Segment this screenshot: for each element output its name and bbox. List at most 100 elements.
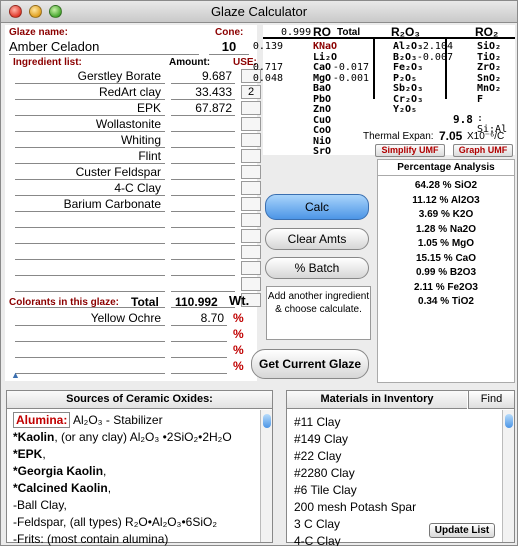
percentage-line: 3.69 % K2O [418, 209, 474, 220]
sources-scrollbar[interactable] [260, 410, 272, 542]
source-material-detail: -Feldspar, (all types) R₂O•Al₂O₃•6SiO₂ [13, 515, 217, 529]
ro-oxide-oxide: PbO [313, 93, 332, 105]
ingredient-amount-field[interactable] [171, 165, 235, 180]
ingredient-amount-field[interactable] [171, 133, 235, 148]
source-material-detail: , (or any clay) Al₂O₃ •2SiO₂•2H₂O [54, 430, 232, 444]
r2o3-oxide-oxide: P₂O₅ [393, 72, 418, 84]
oxide-header-line: Alumina: Al₂O₃ - Stabilizer [13, 412, 261, 429]
ingredient-use-field[interactable]: 2 [241, 85, 261, 99]
ingredient-name-field[interactable] [15, 229, 165, 244]
inventory-item[interactable]: #22 Clay [294, 448, 416, 465]
ingredient-amount-field[interactable] [171, 277, 235, 292]
inventory-list[interactable]: #11 Clay #149 Clay #22 Clay #2280 Clay #6 Ti… [294, 414, 416, 546]
ingredient-use-field[interactable] [241, 181, 261, 195]
inventory-scrollbar[interactable] [502, 410, 514, 542]
inventory-item[interactable]: 3 C Clay [294, 516, 416, 533]
simplify-umf-button[interactable]: Simplify UMF [375, 144, 445, 157]
get-current-glaze-button[interactable]: Get Current Glaze [251, 349, 369, 379]
ingredient-name-field[interactable]: Gerstley Borate [15, 69, 165, 84]
ingredient-amount-field[interactable] [171, 261, 235, 276]
calc-button[interactable]: Calc [265, 194, 369, 220]
colorant-amount-field[interactable]: 8.70 [171, 311, 227, 326]
ingredient-use-field[interactable] [241, 133, 261, 147]
update-list-button[interactable]: Update List [429, 523, 495, 538]
ro-oxide-oxide: NiO [313, 135, 332, 147]
graph-umf-button[interactable]: Graph UMF [453, 144, 513, 157]
ingredient-use-field[interactable] [241, 197, 261, 211]
sources-scroll-thumb[interactable] [263, 414, 271, 428]
ingredient-amount-field[interactable] [171, 117, 235, 132]
expand-triangle-icon[interactable]: ▲ [11, 370, 20, 380]
glaze-name-label: Glaze name: [9, 27, 68, 38]
ingredient-amount-field[interactable]: 33.433 [171, 85, 235, 100]
inventory-item[interactable]: 200 mesh Potash Spar [294, 499, 416, 516]
ro-oxide-oxide: ZnO [313, 104, 332, 115]
colorant-amount-field[interactable] [171, 343, 227, 358]
colorant-name-field[interactable] [15, 327, 165, 342]
ingredient-use-field[interactable] [241, 245, 261, 259]
colorant-amount-field[interactable] [171, 359, 227, 374]
ingredient-row: Custer Feldspar [15, 165, 261, 181]
source-line: *Calcined Kaolin, [13, 480, 261, 497]
ingredient-amount-field[interactable] [171, 229, 235, 244]
inventory-title: Materials in Inventory [287, 391, 467, 409]
ingredient-amount-field[interactable] [171, 213, 235, 228]
ro-oxide-oxide: CoO [313, 125, 332, 136]
ingredient-name-field[interactable] [15, 245, 165, 260]
ingredient-use-field[interactable] [241, 101, 261, 115]
ingredient-name-field[interactable]: Barium Carbonate [15, 197, 165, 212]
colorant-row: % [15, 343, 255, 359]
percentage-analysis-title: Percentage Analysis [378, 160, 514, 176]
ingredient-name-field[interactable]: RedArt clay [15, 85, 165, 100]
ingredient-amount-field[interactable]: 67.872 [171, 101, 235, 116]
percent-batch-button[interactable]: % Batch [265, 257, 369, 279]
ingredient-amount-field[interactable] [171, 197, 235, 212]
ingredient-amount-field[interactable]: 9.687 [171, 69, 235, 84]
glaze-name-field[interactable]: Amber Celadon [9, 39, 199, 55]
ingredient-use-field[interactable] [241, 213, 261, 227]
ingredient-name-field[interactable]: 4-C Clay [15, 181, 165, 196]
percent-sign: % [233, 359, 244, 373]
ingredient-use-field[interactable] [241, 229, 261, 243]
inventory-item[interactable]: #11 Clay [294, 414, 416, 431]
ingredient-use-field[interactable] [241, 277, 261, 291]
clear-amounts-button[interactable]: Clear Amts [265, 228, 369, 250]
ingredient-name-field[interactable] [15, 213, 165, 228]
ingredient-use-field[interactable] [241, 117, 261, 131]
ingredient-name-field[interactable]: Wollastonite [15, 117, 165, 132]
ro2-oxide-oxide: F [477, 93, 484, 105]
ingredient-amount-field[interactable] [171, 149, 235, 164]
oxide-name[interactable]: Alumina: [13, 412, 71, 428]
r2o3-oxide-oxide: Y₂O₅ [393, 104, 418, 115]
ingredient-name-field[interactable]: Flint [15, 149, 165, 164]
ingredient-name-field[interactable] [15, 277, 165, 292]
inventory-scroll-thumb[interactable] [505, 414, 513, 428]
oxide-formula: Al₂O₃ [73, 413, 103, 427]
ingredient-amount-field[interactable] [171, 181, 235, 196]
colorant-name-field[interactable] [15, 359, 165, 374]
inventory-item[interactable]: 4-C Clay [294, 533, 416, 546]
ingredient-amount-field[interactable] [171, 245, 235, 260]
inventory-item[interactable]: #149 Clay [294, 431, 416, 448]
source-material-detail: , [42, 447, 46, 461]
colorant-name-field[interactable] [15, 343, 165, 358]
ingredient-name-field[interactable] [15, 261, 165, 276]
ingredient-use-field[interactable] [241, 165, 261, 179]
ingredient-use-field[interactable] [241, 149, 261, 163]
ingredient-name-field[interactable]: Whiting [15, 133, 165, 148]
percentage-line: 2.11 % Fe2O3 [414, 281, 478, 293]
inventory-item[interactable]: #6 Tile Clay [294, 482, 416, 499]
inventory-item[interactable]: #2280 Clay [294, 465, 416, 482]
ingredient-name-field[interactable]: EPK [15, 101, 165, 116]
source-material-detail: -Ball Clay, [13, 498, 67, 512]
total-label: Total [131, 295, 159, 309]
colorant-row: % [15, 327, 255, 343]
ingredient-name-field[interactable]: Custer Feldspar [15, 165, 165, 180]
percentage-line: 1.05 % MgO [417, 238, 475, 249]
ingredient-use-field[interactable] [241, 261, 261, 275]
colorant-name-field[interactable]: Yellow Ochre [15, 311, 165, 326]
percentage-line: 0.99 % B2O3 [415, 267, 477, 278]
colorant-amount-field[interactable] [171, 327, 227, 342]
find-button[interactable]: Find [468, 391, 514, 409]
ingredient-row: Wollastonite [15, 117, 261, 133]
